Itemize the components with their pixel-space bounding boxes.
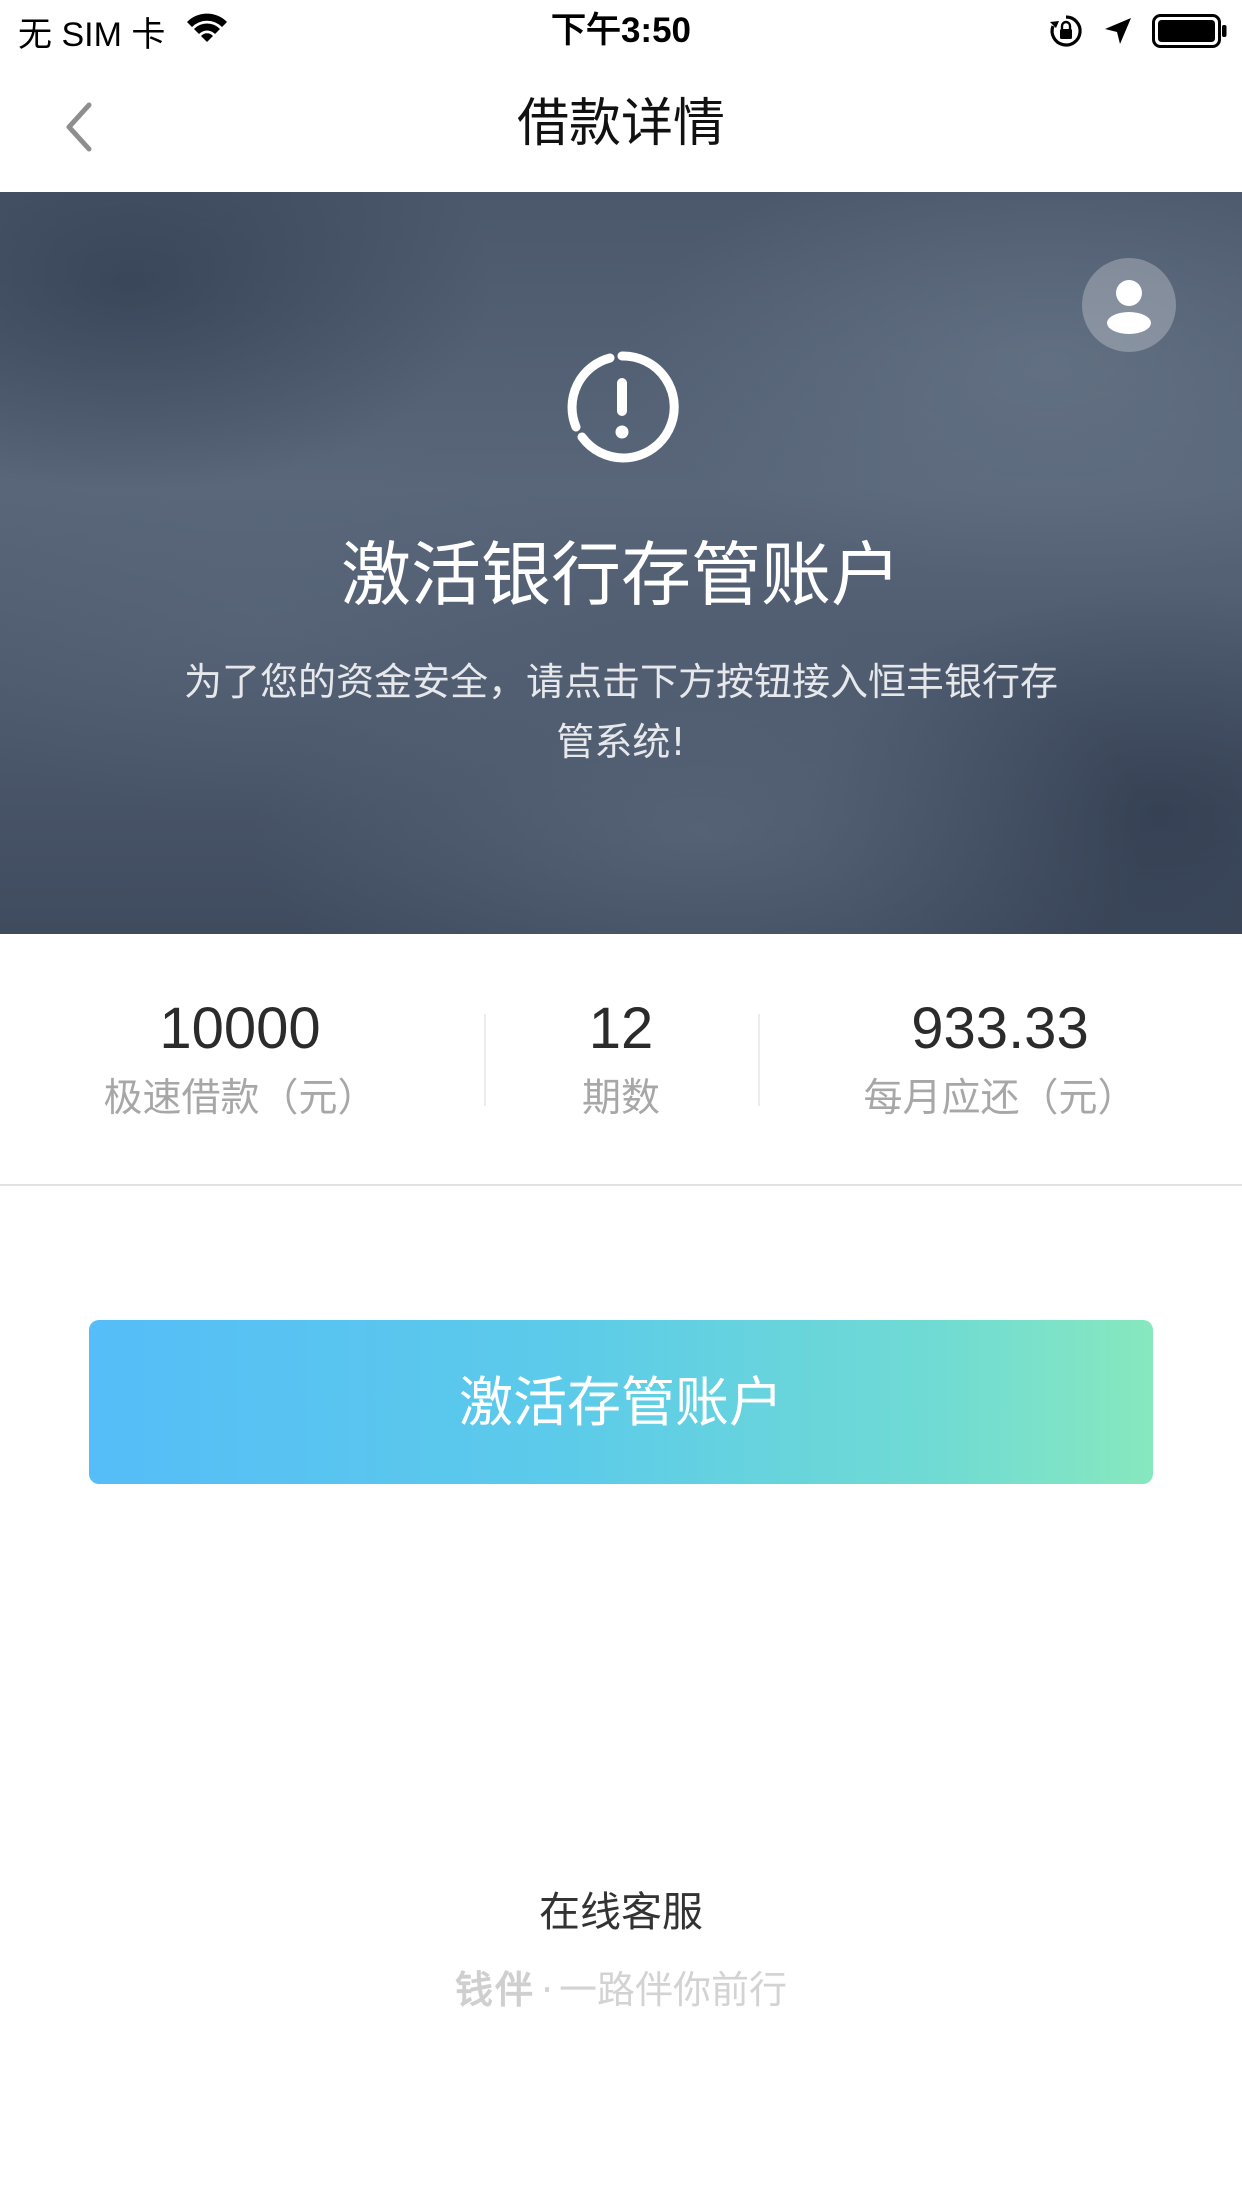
location-icon (1102, 15, 1134, 47)
screen: 无 SIM 卡 下午3:50 借款详情 激活银行存管账户 为了您的资金安全，请点… (0, 0, 1242, 2208)
loan-amount-label: 极速借款（元） (103, 1076, 377, 1121)
installments-stat: 12 期数 (490, 994, 752, 1130)
stat-divider (758, 1014, 760, 1106)
page-title: 借款详情 (516, 94, 725, 154)
alert-icon (567, 351, 679, 463)
status-bar: 无 SIM 卡 下午3:50 (0, 0, 1242, 62)
user-icon (1107, 280, 1151, 334)
hero-banner: 激活银行存管账户 为了您的资金安全，请点击下方按钮接入恒丰银行存管系统! (0, 192, 1242, 934)
stat-divider (484, 1014, 486, 1106)
user-avatar-button[interactable] (1082, 258, 1176, 352)
brand-separator: · (540, 1968, 554, 2012)
installments-value: 12 (588, 996, 654, 1061)
monthly-payment-value: 933.33 (911, 996, 1089, 1061)
hero-title: 激活银行存管账户 (341, 534, 901, 616)
slogan-text: 一路伴你前行 (559, 1968, 788, 2012)
nav-bar: 借款详情 (0, 62, 1242, 192)
activate-account-button[interactable]: 激活存管账户 (89, 1320, 1153, 1484)
installments-label: 期数 (581, 1076, 660, 1121)
brand-logo: 钱伴 (454, 1968, 535, 2012)
status-right (1030, 10, 1228, 52)
online-service-link[interactable]: 在线客服 (0, 1882, 1242, 1942)
monthly-payment-label: 每月应还（元） (863, 1076, 1137, 1121)
monthly-payment-stat: 933.33 每月应还（元） (820, 994, 1180, 1130)
orientation-lock-icon (1048, 13, 1084, 49)
battery-icon (1152, 14, 1228, 48)
loan-amount-value: 10000 (159, 996, 321, 1061)
brand-slogan: 钱伴 · 一路伴你前行 (0, 1960, 1242, 2020)
loan-amount-stat: 10000 极速借款（元） (60, 994, 420, 1130)
hero-description: 为了您的资金安全，请点击下方按钮接入恒丰银行存管系统! (183, 660, 1058, 764)
loan-summary: 10000 极速借款（元） 12 期数 933.33 每月应还（元） (0, 934, 1242, 1186)
